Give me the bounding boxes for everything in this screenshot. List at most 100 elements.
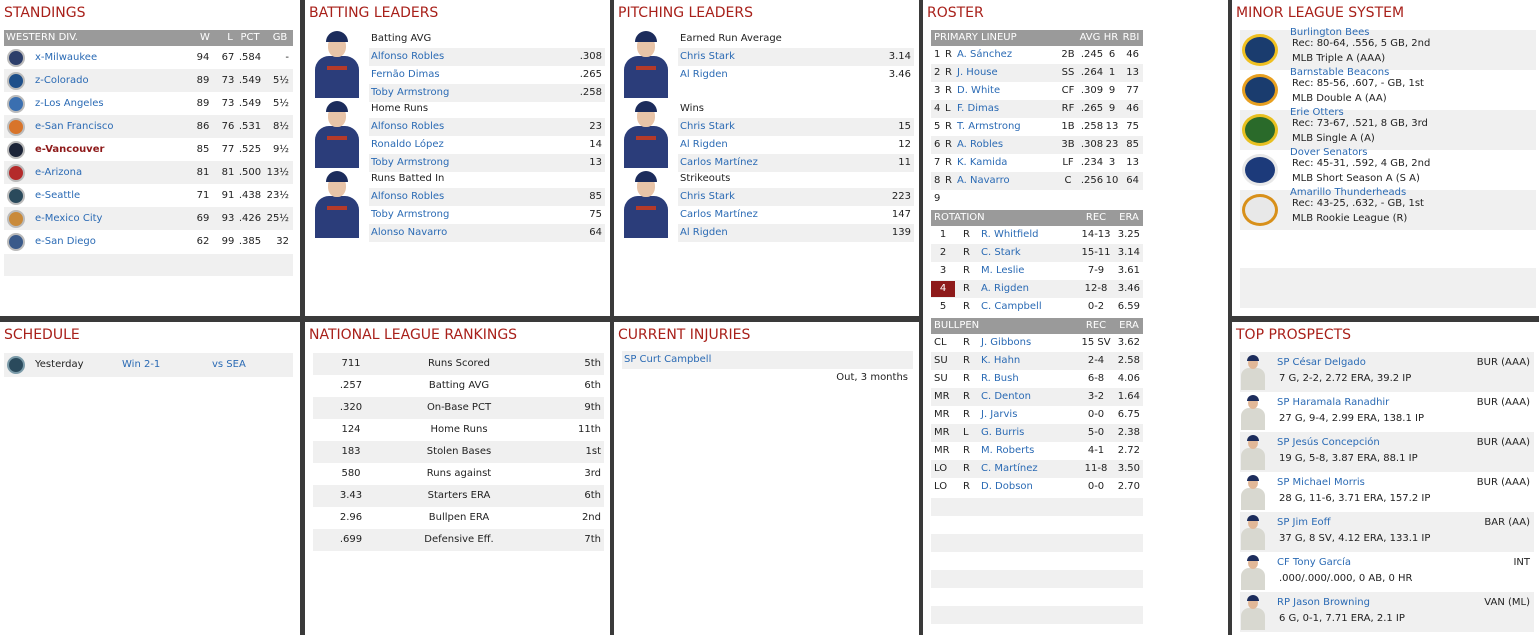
player-photo[interactable] [622, 170, 670, 238]
player-name-link[interactable]: Alfonso Robles [371, 188, 444, 206]
team-name-link[interactable]: z-Colorado [35, 69, 89, 92]
pitching-leader-row[interactable]: Carlos Martínez 147 [678, 206, 914, 224]
schedule-opponent-link[interactable]: vs SEA [212, 353, 246, 377]
batting-leader-row[interactable]: Fernão Dimas .265 [369, 66, 605, 84]
standings-row[interactable]: e-Vancouver 85 77.525 9½ [4, 138, 293, 161]
player-name-link[interactable]: Chris Stark [680, 188, 735, 206]
lineup-row[interactable]: 5 R T. Armstrong 1B .258 13 75 [931, 118, 1143, 136]
lineup-row[interactable]: 4 L F. Dimas RF .265 9 46 [931, 100, 1143, 118]
team-name-link[interactable]: e-San Francisco [35, 115, 113, 138]
prospect-row[interactable]: SP Jim Eoff BAR (AA) 37 G, 8 SV, 4.12 ERA,… [1240, 512, 1534, 552]
standings-row[interactable]: e-San Diego 62 99.385 32 [4, 230, 293, 253]
standings-row[interactable]: e-Seattle 71 91.438 23½ [4, 184, 293, 207]
injury-row[interactable]: SP Curt Campbell [622, 351, 913, 369]
player-photo[interactable] [622, 100, 670, 168]
standings-row[interactable]: x-Milwaukee 94 67.584- [4, 46, 293, 69]
lineup-row[interactable]: 3 R D. White CF .309 9 77 [931, 82, 1143, 100]
minor-team-row[interactable]: Erie Otters Rec: 73-67, .521, 8 GB, 3rd ML… [1240, 107, 1536, 150]
player-name-link[interactable]: Al Rigden [680, 136, 728, 154]
player-name-link[interactable]: C. Campbell [981, 298, 1042, 316]
pitching-leader-row[interactable]: Al Rigden 139 [678, 224, 914, 242]
bullpen-row[interactable]: MR R J. Jarvis 0-0 6.75 [931, 406, 1143, 424]
player-name-link[interactable]: A. Navarro [957, 172, 1010, 190]
player-name-link[interactable]: M. Roberts [981, 442, 1034, 460]
player-name-link[interactable]: M. Leslie [981, 262, 1024, 280]
player-name-link[interactable]: C. Stark [981, 244, 1021, 262]
prospect-row[interactable]: SP Jesús Concepción BUR (AAA) 19 G, 5-8, 3… [1240, 432, 1534, 472]
player-name-link[interactable]: D. Dobson [981, 478, 1033, 496]
bullpen-row[interactable]: SU R K. Hahn 2-4 2.58 [931, 352, 1143, 370]
player-photo[interactable] [313, 170, 361, 238]
player-name-link[interactable]: Chris Stark [680, 48, 735, 66]
pitching-leader-row[interactable]: Chris Stark 223 [678, 188, 914, 206]
team-name-link[interactable]: x-Milwaukee [35, 46, 97, 69]
team-name-link[interactable]: e-Vancouver [35, 138, 104, 161]
player-photo[interactable] [622, 30, 670, 98]
player-name-link[interactable]: Al Rigden [680, 224, 728, 242]
player-name-link[interactable]: C. Denton [981, 388, 1031, 406]
pitching-leader-row[interactable]: Chris Stark 15 [678, 118, 914, 136]
player-name-link[interactable]: K. Kamida [957, 154, 1007, 172]
prospect-row[interactable]: RP Jason Browning VAN (ML) 6 G, 0-1, 7.71 … [1240, 592, 1534, 632]
player-name-link[interactable]: A. Robles [957, 136, 1003, 154]
player-name-link[interactable]: A. Sánchez [957, 46, 1012, 64]
player-name-link[interactable]: T. Armstrong [957, 118, 1021, 136]
player-name-link[interactable]: Fernão Dimas [371, 66, 440, 84]
player-name-link[interactable]: Alfonso Robles [371, 48, 444, 66]
rotation-row[interactable]: 1 R R. Whitfield 14-13 3.25 [931, 226, 1143, 244]
standings-row[interactable]: e-Arizona 81 81.500 13½ [4, 161, 293, 184]
player-name-link[interactable]: A. Rigden [981, 280, 1029, 298]
prospect-row[interactable]: SP César Delgado BUR (AAA) 7 G, 2-2, 2.72 … [1240, 352, 1534, 392]
batting-leader-row[interactable]: Alfonso Robles 23 [369, 118, 605, 136]
player-photo[interactable] [313, 30, 361, 98]
player-name-link[interactable]: Alonso Navarro [371, 224, 447, 242]
player-name-link[interactable]: Alfonso Robles [371, 118, 444, 136]
prospect-row[interactable]: CF Tony García INT .000/.000/.000, 0 AB, 0… [1240, 552, 1534, 592]
prospect-row[interactable]: SP Michael Morris BUR (AAA) 28 G, 11-6, 3.… [1240, 472, 1534, 512]
rotation-row[interactable]: 4 R A. Rigden 12-8 3.46 [931, 280, 1143, 298]
lineup-row[interactable]: 2 R J. House SS .264 1 13 [931, 64, 1143, 82]
bullpen-row[interactable]: MR R M. Roberts 4-1 2.72 [931, 442, 1143, 460]
player-name-link[interactable]: D. White [957, 82, 1000, 100]
standings-row[interactable]: e-San Francisco 86 76.531 8½ [4, 115, 293, 138]
team-name-link[interactable]: e-San Diego [35, 230, 96, 253]
standings-row[interactable]: e-Mexico City 69 93.426 25½ [4, 207, 293, 230]
rotation-row[interactable]: 5 R C. Campbell 0-2 6.59 [931, 298, 1143, 316]
player-name-link[interactable]: J. Gibbons [981, 334, 1031, 352]
player-name-link[interactable]: J. House [957, 64, 998, 82]
player-name-link[interactable]: R. Whitfield [981, 226, 1038, 244]
player-name-link[interactable]: G. Burris [981, 424, 1024, 442]
batting-leader-row[interactable]: Alonso Navarro 64 [369, 224, 605, 242]
player-name-link[interactable]: C. Martínez [981, 460, 1038, 478]
team-name-link[interactable]: e-Mexico City [35, 207, 102, 230]
injured-player-link[interactable]: SP Curt Campbell [624, 351, 711, 369]
player-name-link[interactable]: Toby Armstrong [371, 206, 449, 224]
batting-leader-row[interactable]: Alfonso Robles 85 [369, 188, 605, 206]
lineup-row[interactable]: 8 R A. Navarro C .256 10 64 [931, 172, 1143, 190]
player-name-link[interactable]: J. Jarvis [981, 406, 1017, 424]
pitching-leader-row[interactable]: Al Rigden 12 [678, 136, 914, 154]
lineup-row[interactable]: 9 [931, 190, 1143, 208]
bullpen-row[interactable]: MR R C. Denton 3-2 1.64 [931, 388, 1143, 406]
standings-row[interactable]: z-Colorado 89 73.549 5½ [4, 69, 293, 92]
schedule-row[interactable]: Yesterday Win 2-1 vs SEA [4, 353, 293, 377]
bullpen-row[interactable]: LO R C. Martínez 11-8 3.50 [931, 460, 1143, 478]
pitching-leader-row[interactable]: Chris Stark 3.14 [678, 48, 914, 66]
prospect-row[interactable]: SP Haramala Ranadhir BUR (AAA) 27 G, 9-4, … [1240, 392, 1534, 432]
pitching-leader-row[interactable]: Al Rigden 3.46 [678, 66, 914, 84]
team-name-link[interactable]: e-Arizona [35, 161, 82, 184]
player-name-link[interactable]: Al Rigden [680, 66, 728, 84]
bullpen-row[interactable]: MR L G. Burris 5-0 2.38 [931, 424, 1143, 442]
rotation-row[interactable]: 3 R M. Leslie 7-9 3.61 [931, 262, 1143, 280]
team-name-link[interactable]: z-Los Angeles [35, 92, 104, 115]
player-name-link[interactable]: R. Bush [981, 370, 1019, 388]
team-name-link[interactable]: e-Seattle [35, 184, 80, 207]
player-name-link[interactable]: Chris Stark [680, 118, 735, 136]
player-name-link[interactable]: Ronaldo López [371, 136, 444, 154]
player-photo[interactable] [313, 100, 361, 168]
lineup-row[interactable]: 7 R K. Kamida LF .234 3 13 [931, 154, 1143, 172]
lineup-row[interactable]: 6 R A. Robles 3B .308 23 85 [931, 136, 1143, 154]
batting-leader-row[interactable]: Toby Armstrong 75 [369, 206, 605, 224]
bullpen-row[interactable]: CL R J. Gibbons 15 SV 3.62 [931, 334, 1143, 352]
minor-team-row[interactable]: Barnstable Beacons Rec: 85-56, .607, - GB… [1240, 67, 1536, 110]
